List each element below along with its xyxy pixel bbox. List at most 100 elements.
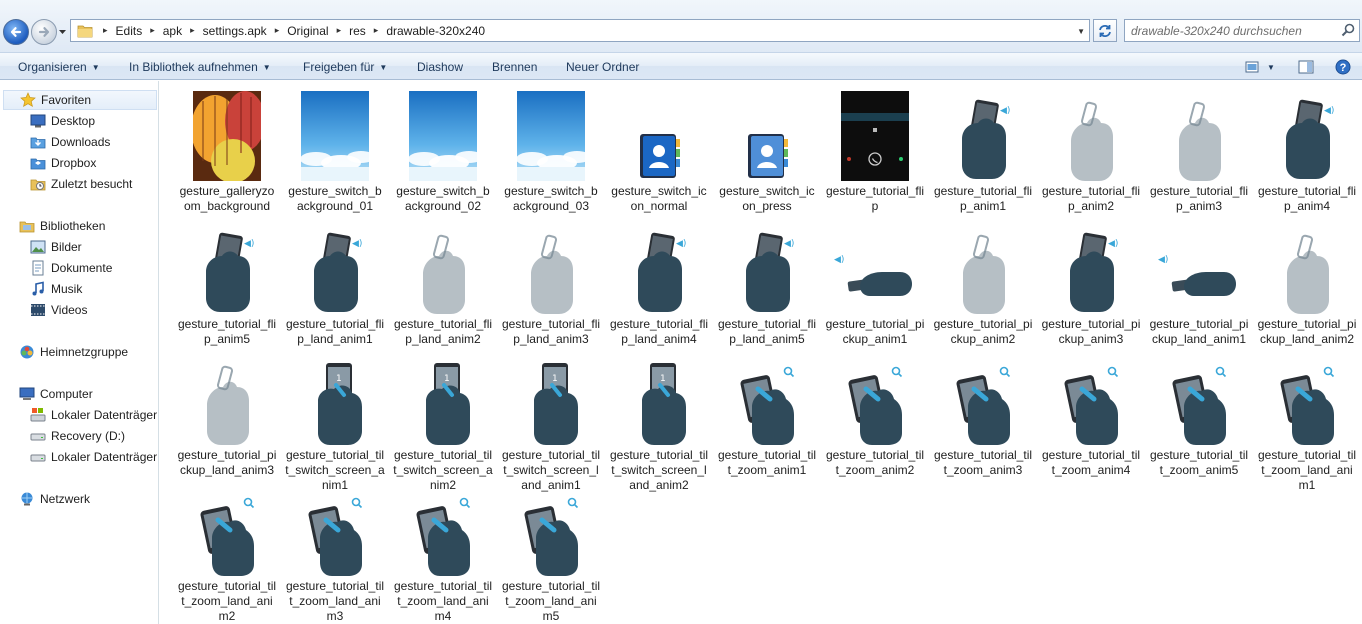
- file-item[interactable]: gesture_tutorial_tilt_zoom_anim1: [717, 352, 817, 480]
- breadcrumb-item[interactable]: settings.apk: [199, 24, 271, 38]
- file-item[interactable]: 1 gesture_tutorial_tilt_switch_screen_an…: [393, 352, 493, 492]
- file-item[interactable]: ◀) gesture_tutorial_flip_land_anim1: [285, 221, 385, 349]
- file-item[interactable]: gesture_tutorial_tilt_zoom_anim4: [1041, 352, 1141, 480]
- file-thumbnail: ◀): [938, 91, 1028, 181]
- file-item[interactable]: gesture_tutorial_pickup_anim2: [933, 221, 1033, 349]
- nav-label: Desktop: [51, 114, 96, 128]
- preview-pane-button[interactable]: [1296, 57, 1316, 77]
- nav-homegroup[interactable]: Heimnetzgruppe: [19, 342, 128, 362]
- nav-recent-places[interactable]: Zuletzt besucht: [30, 174, 132, 194]
- file-name: gesture_tutorial_tilt_zoom_land_anim5: [501, 579, 601, 623]
- breadcrumb-separator[interactable]: ▸: [370, 25, 383, 36]
- breadcrumb-item[interactable]: Original: [283, 24, 332, 38]
- breadcrumb-separator[interactable]: ▸: [99, 25, 112, 36]
- file-name: gesture_tutorial_flip_land_anim1: [285, 317, 385, 346]
- search-icon[interactable]: [1341, 23, 1355, 37]
- file-item[interactable]: gesture_switch_background_02: [393, 88, 493, 216]
- drive-icon: [30, 433, 46, 441]
- file-item[interactable]: gesture_tutorial_flip_land_anim3: [501, 221, 601, 349]
- file-item[interactable]: gesture_tutorial_flip: [825, 88, 925, 216]
- file-item[interactable]: gesture_tutorial_flip_anim3: [1149, 88, 1249, 216]
- breadcrumb-item[interactable]: res: [345, 24, 370, 38]
- file-item[interactable]: gesture_tutorial_flip_land_anim2: [393, 221, 493, 349]
- file-item[interactable]: ◀) gesture_tutorial_pickup_land_anim1: [1149, 221, 1249, 349]
- file-item[interactable]: ◀) gesture_tutorial_pickup_anim3: [1041, 221, 1141, 349]
- file-item[interactable]: gesture_tutorial_tilt_zoom_anim5: [1149, 352, 1249, 480]
- nav-music[interactable]: Musik: [30, 279, 82, 299]
- view-options-dropdown[interactable]: ▼: [1265, 57, 1277, 77]
- file-item[interactable]: gesture_tutorial_tilt_zoom_land_anim1: [1257, 352, 1357, 492]
- file-item[interactable]: gesture_tutorial_tilt_zoom_land_anim3: [285, 483, 385, 623]
- svg-text:1: 1: [552, 374, 558, 384]
- nav-favorites[interactable]: Favoriten: [3, 90, 157, 110]
- back-button[interactable]: [3, 19, 29, 45]
- include-in-library-menu[interactable]: In Bibliothek aufnehmen ▼: [129, 57, 271, 77]
- nav-local-disk-e[interactable]: Lokaler Datenträger: [30, 447, 157, 467]
- nav-network[interactable]: Netzwerk: [19, 489, 90, 509]
- nav-recovery-drive[interactable]: Recovery (D:): [30, 426, 125, 446]
- file-thumbnail: 1: [506, 355, 596, 445]
- desktop-icon: [30, 114, 46, 128]
- breadcrumb-item[interactable]: drawable-320x240: [382, 24, 489, 38]
- file-item[interactable]: gesture_tutorial_tilt_zoom_land_anim2: [177, 483, 277, 623]
- nav-local-disk-c[interactable]: Lokaler Datenträger: [30, 405, 157, 425]
- change-view-button[interactable]: [1243, 57, 1263, 77]
- file-item[interactable]: gesture_switch_icon_normal: [609, 88, 709, 216]
- nav-computer[interactable]: Computer: [19, 384, 93, 404]
- file-item[interactable]: gesture_tutorial_flip_anim2: [1041, 88, 1141, 216]
- folder-icon: [77, 25, 93, 37]
- chevron-down-icon: ▼: [262, 63, 271, 72]
- file-name: gesture_tutorial_flip: [825, 184, 925, 213]
- breadcrumb-item[interactable]: apk: [159, 24, 186, 38]
- file-item[interactable]: gesture_tutorial_tilt_zoom_anim3: [933, 352, 1033, 480]
- file-item[interactable]: ◀) gesture_tutorial_pickup_anim1: [825, 221, 925, 349]
- nav-downloads[interactable]: Downloads: [30, 132, 110, 152]
- file-item[interactable]: gesture_switch_background_01: [285, 88, 385, 216]
- file-item[interactable]: gesture_tutorial_tilt_zoom_anim2: [825, 352, 925, 480]
- nav-desktop[interactable]: Desktop: [30, 111, 95, 131]
- breadcrumb-separator[interactable]: ▸: [146, 25, 159, 36]
- file-item[interactable]: gesture_tutorial_pickup_land_anim2: [1257, 221, 1357, 349]
- address-field[interactable]: ▸ Edits ▸ apk ▸ settings.apk ▸ Original …: [70, 19, 1090, 42]
- file-item[interactable]: ◀) gesture_tutorial_flip_anim4: [1257, 88, 1357, 216]
- nav-libraries[interactable]: Bibliotheken: [19, 216, 105, 236]
- share-with-menu[interactable]: Freigeben für ▼: [303, 57, 387, 77]
- file-item[interactable]: gesture_switch_background_03: [501, 88, 601, 216]
- burn-button[interactable]: Brennen: [492, 57, 537, 77]
- nav-dropbox[interactable]: Dropbox: [30, 153, 96, 173]
- refresh-button[interactable]: [1093, 19, 1117, 42]
- file-item[interactable]: gesture_tutorial_pickup_land_anim3: [177, 352, 277, 480]
- breadcrumb-item[interactable]: Edits: [112, 24, 147, 38]
- file-item[interactable]: ◀) gesture_tutorial_flip_land_anim4: [609, 221, 709, 349]
- nav-videos[interactable]: Videos: [30, 300, 87, 320]
- file-item[interactable]: ◀) gesture_tutorial_flip_anim5: [177, 221, 277, 349]
- file-item[interactable]: gesture_tutorial_tilt_zoom_land_anim5: [501, 483, 601, 623]
- file-item[interactable]: 1 gesture_tutorial_tilt_switch_screen_la…: [609, 352, 709, 492]
- organize-menu[interactable]: Organisieren ▼: [18, 57, 100, 77]
- new-folder-button[interactable]: Neuer Ordner: [566, 57, 639, 77]
- help-button[interactable]: ?: [1333, 57, 1353, 77]
- nav-pictures[interactable]: Bilder: [30, 237, 82, 257]
- forward-button[interactable]: [31, 19, 57, 45]
- file-item[interactable]: gesture_switch_icon_press: [717, 88, 817, 216]
- file-item[interactable]: ◀) gesture_tutorial_flip_anim1: [933, 88, 1033, 216]
- breadcrumb-separator[interactable]: ▸: [271, 25, 284, 36]
- file-item[interactable]: gesture_tutorial_tilt_zoom_land_anim4: [393, 483, 493, 623]
- nav-documents[interactable]: Dokumente: [30, 258, 112, 278]
- file-item[interactable]: ◀) gesture_tutorial_flip_land_anim5: [717, 221, 817, 349]
- breadcrumb: ▸ Edits ▸ apk ▸ settings.apk ▸ Original …: [99, 20, 489, 41]
- breadcrumb-separator[interactable]: ▸: [333, 25, 346, 36]
- file-item[interactable]: gesture_galleryzoom_background: [177, 88, 277, 216]
- search-input[interactable]: [1125, 20, 1330, 41]
- arrow-left-icon: [10, 27, 22, 37]
- file-thumbnail: [398, 91, 488, 181]
- file-item[interactable]: 1 gesture_tutorial_tilt_switch_screen_an…: [285, 352, 385, 492]
- address-history-dropdown-icon[interactable]: ▼: [1077, 27, 1085, 36]
- breadcrumb-separator[interactable]: ▸: [186, 25, 199, 36]
- recent-pages-dropdown-icon[interactable]: [58, 27, 67, 37]
- file-thumbnail: [1262, 355, 1352, 445]
- nav-label: Dropbox: [51, 156, 97, 170]
- slideshow-button[interactable]: Diashow: [417, 57, 463, 77]
- file-thumbnail: [182, 355, 272, 445]
- file-item[interactable]: 1 gesture_tutorial_tilt_switch_screen_la…: [501, 352, 601, 492]
